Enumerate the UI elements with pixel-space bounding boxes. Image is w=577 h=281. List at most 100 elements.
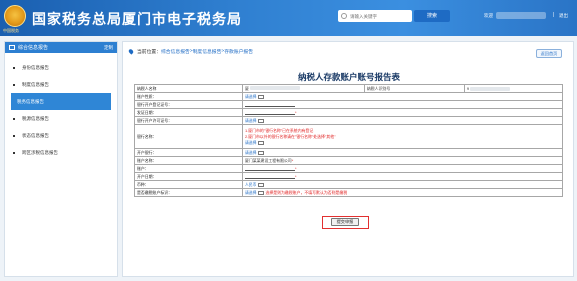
sidebar-item-tax-source[interactable]: 税源信息报告 [5,110,117,127]
return-home-button[interactable]: 返回首页 [536,49,562,58]
select-value: 请选择 [245,118,257,123]
sidebar-item-status[interactable]: 状态信息报告 [5,127,117,144]
top-header: 中国税务 国家税务总局厦门市电子税务局 搜索 欢迎 | 退出 [0,0,577,36]
select-value: 请选择 [245,94,257,99]
required-mark: * [291,157,294,163]
breadcrumb-item[interactable]: 存款账户报告 [224,48,253,55]
bullet-icon [13,66,15,69]
form-label: 发证日期： [134,108,243,117]
account-number-field[interactable] [245,168,295,171]
header-separator: | [553,12,555,18]
sidebar-header[interactable]: 综合信息报告 定制 [5,42,117,53]
bank-license-field[interactable] [245,104,295,107]
form-label: 币种： [134,180,243,189]
sidebar-item-identity[interactable]: 身份信息报告 [5,59,117,76]
table-row: 账户性质： 请选择 [134,92,563,101]
breadcrumb: 当前位置： 综合信息报告 > 制度信息报告 > 存款账户报告 [127,48,253,55]
required-mark: * [295,174,297,179]
select-value: 人民币 [245,182,257,187]
select-value: 请选择 [245,150,257,155]
sidebar-item-label: 制度信息报告 [22,81,49,87]
chevron-down-icon [258,119,265,123]
table-row: 账户名称： 厦门某某建设工程有限公司* [134,156,563,165]
form-label: 银行开户许可证号： [134,116,243,125]
search-input[interactable] [350,13,410,19]
site-title: 国家税务总局厦门市电子税务局 [32,11,242,27]
sidebar-item-label: 税源信息报告 [22,115,49,121]
form-label: 纳税人名称 [134,84,243,93]
table-row: 开户银行： 请选择 [134,148,563,157]
bank-hint-line: 2.厦门市以外的银行名称请在"银行名称"处选择"其他" [245,133,336,139]
chevron-down-icon [258,141,265,145]
opening-date-field[interactable] [245,176,295,179]
account-name-value[interactable]: 厦门某某建设工程有限公司 [245,158,292,163]
select-value: 请选择 [245,190,257,195]
redacted-text [249,86,300,91]
search-button[interactable]: 搜索 [414,10,450,22]
form-label: 是否缴税账户标识： [134,188,243,197]
form-label: 账户名称： [134,156,243,165]
emblem-label: 中国税务 [3,28,19,33]
table-row: 开户日期： * [134,172,563,181]
main-panel: 当前位置： 综合信息报告 > 制度信息报告 > 存款账户报告 返回首页 纳税人存… [122,41,574,277]
search-icon [341,13,347,19]
currency-select[interactable]: 人民币 [245,182,265,188]
chevron-down-icon [258,95,265,99]
bullet-icon [13,117,15,120]
breadcrumb-item[interactable]: 制度信息报告 [193,48,222,55]
form-label: 账户性质： [134,92,243,101]
required-mark: * [295,166,297,171]
welcome-label: 欢迎 [484,13,493,18]
tax-emblem-icon [4,5,26,27]
account-type-select[interactable]: 请选择 [245,94,265,100]
bank-name-select[interactable]: 请选择 [245,140,265,146]
location-pin-icon [127,48,135,55]
chevron-down-icon [258,183,265,187]
account-report-form: 纳税人名称 厦 纳税人识别号 9 账户性质： 请选择 银行开户登记证号： 发证日… [134,84,564,197]
redacted-text [470,86,511,91]
breadcrumb-prefix: 当前位置： [137,50,161,55]
tax-account-select[interactable]: 请选择 [245,190,265,196]
sidebar-item-tax[interactable]: 税务信息报告 [11,93,111,110]
tax-account-hint: 选择是则为缴税账户，不填写默认为否则是缴税 [265,189,348,195]
search-box[interactable] [338,10,412,22]
breadcrumb-item[interactable]: 综合信息报告 [161,48,190,55]
license-select[interactable]: 请选择 [245,118,265,124]
table-row: 账户： * [134,164,563,173]
form-label: 开户日期： [134,172,243,181]
logout-link[interactable]: 退出 [559,13,568,19]
bullet-icon [13,134,15,137]
form-label: 银行开户登记证号： [134,100,243,109]
chevron-down-icon [258,191,265,195]
opening-bank-select[interactable]: 请选择 [245,150,265,156]
issue-date-field[interactable] [245,112,295,115]
form-label: 银行名称： [134,124,243,149]
select-value: 请选择 [245,140,257,145]
required-mark: * [295,110,297,115]
form-label: 账户： [134,164,243,173]
table-row: 银行名称： 1.厦门市的"银行名称"已在系统内有登记 2.厦门市以外的银行名称请… [134,124,563,149]
sidebar-item-label: 跨区涉税信息报告 [22,149,58,155]
sidebar-item-system[interactable]: 制度信息报告 [5,76,117,93]
bullet-icon [13,151,15,154]
bullet-icon [13,83,15,86]
home-icon [9,45,15,50]
sidebar: 综合信息报告 定制 身份信息报告 制度信息报告 税务信息报告 税源信息报告 状态… [4,41,118,277]
table-row: 是否缴税账户标识： 请选择 选择是则为缴税账户，不填写默认为否则是缴税 [134,188,563,197]
table-row: 发证日期： * [134,108,563,117]
submit-button[interactable]: 提交申报 [331,218,359,226]
user-name-redacted [496,12,546,19]
table-row: 纳税人名称 厦 纳税人识别号 9 [134,84,564,93]
table-row: 币种： 人民币 [134,180,563,189]
table-row: 银行开户许可证号： 请选择 [134,116,563,125]
sidebar-item-cross-region[interactable]: 跨区涉税信息报告 [5,144,117,161]
taxpayer-id-value: 9 [466,86,470,91]
sidebar-item-label: 税务信息报告 [17,98,44,104]
form-label: 纳税人识别号 [363,84,465,93]
sidebar-header-label: 综合信息报告 [18,45,49,51]
taxpayer-name-value: 厦 [245,85,249,91]
chevron-down-icon [258,151,265,155]
sidebar-customize-link[interactable]: 定制 [104,45,113,51]
form-title: 纳税人存款账户账号报告表 [297,72,400,82]
sidebar-item-label: 状态信息报告 [22,132,49,138]
